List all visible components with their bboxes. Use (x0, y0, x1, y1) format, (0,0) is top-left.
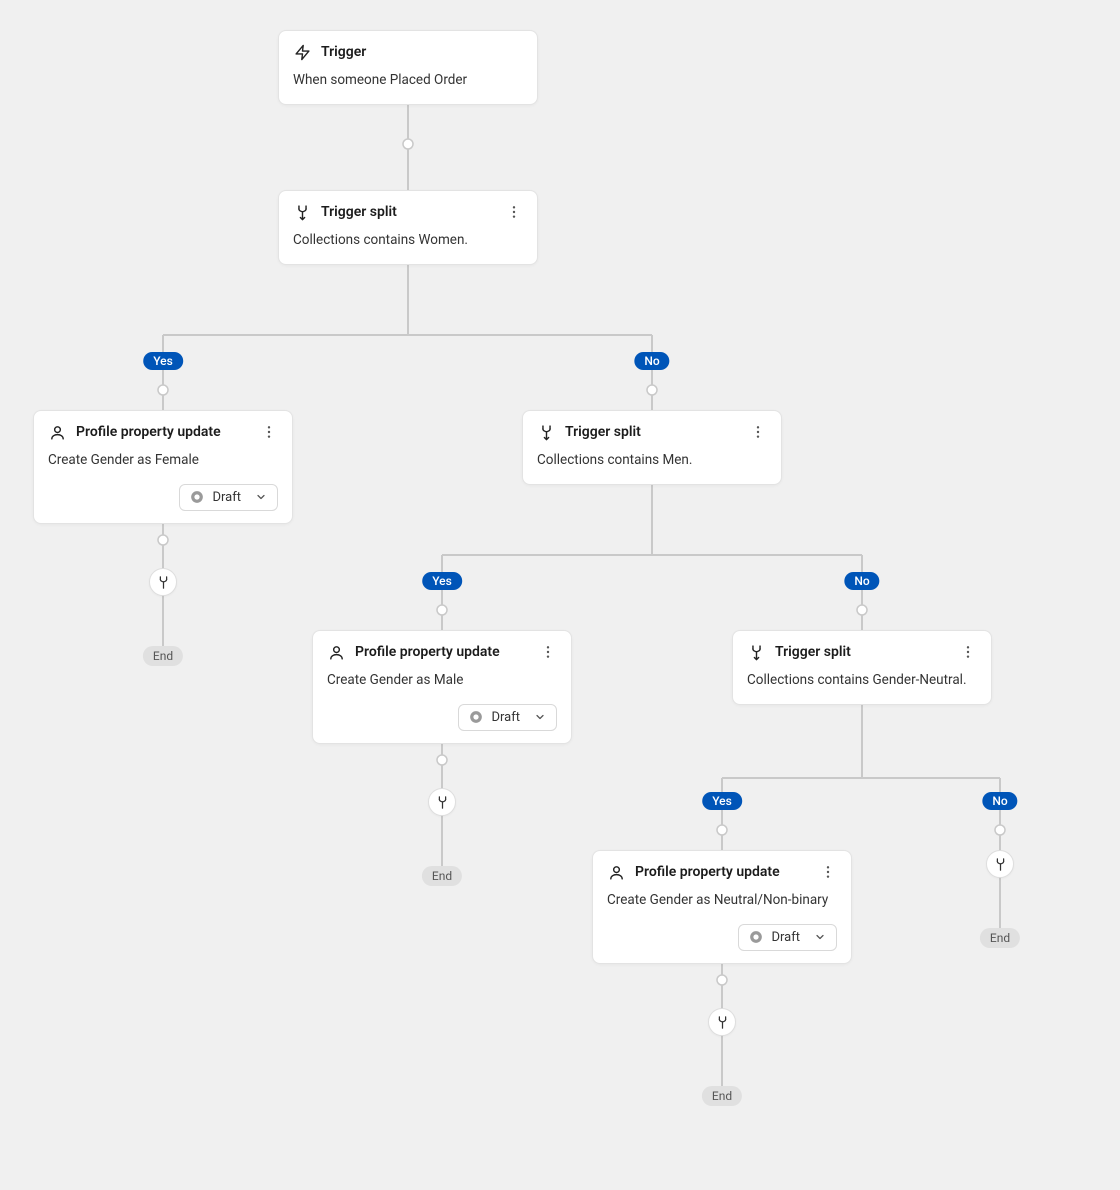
draft-status-icon (469, 710, 483, 724)
add-step-button[interactable] (149, 568, 177, 596)
profile-update-card-neutral[interactable]: Profile property update Create Gender as… (592, 850, 852, 964)
bolt-icon (293, 43, 311, 61)
card-desc: When someone Placed Order (293, 71, 523, 90)
end-badge: End (143, 646, 183, 666)
card-title: Profile property update (635, 864, 809, 880)
draft-status-icon (190, 490, 204, 504)
add-step-button[interactable] (986, 850, 1014, 878)
profile-update-card-female[interactable]: Profile property update Create Gender as… (33, 410, 293, 524)
status-label: Draft (212, 490, 241, 505)
add-step-button[interactable] (708, 1008, 736, 1036)
split-card-neutral[interactable]: Trigger split Collections contains Gende… (732, 630, 992, 705)
card-desc: Collections contains Gender-Neutral. (747, 671, 977, 690)
more-menu[interactable] (819, 863, 837, 881)
card-desc: Collections contains Women. (293, 231, 523, 250)
branch-badge-no: No (982, 792, 1017, 810)
branch-badge-yes: Yes (143, 352, 183, 370)
card-title: Trigger split (565, 424, 739, 440)
chevron-down-icon (814, 931, 826, 943)
split-icon (293, 203, 311, 221)
card-desc: Create Gender as Female (48, 451, 278, 470)
draft-status-icon (749, 930, 763, 944)
split-icon (537, 423, 555, 441)
card-title: Trigger (321, 44, 523, 60)
more-menu[interactable] (959, 643, 977, 661)
branch-badge-no: No (844, 572, 879, 590)
add-step-button[interactable] (428, 788, 456, 816)
more-menu[interactable] (260, 423, 278, 441)
status-label: Draft (491, 710, 520, 725)
more-menu[interactable] (749, 423, 767, 441)
split-card-men[interactable]: Trigger split Collections contains Men. (522, 410, 782, 485)
status-label: Draft (771, 930, 800, 945)
split-card-women[interactable]: Trigger split Collections contains Women… (278, 190, 538, 265)
card-title: Profile property update (76, 424, 250, 440)
person-icon (327, 643, 345, 661)
card-title: Profile property update (355, 644, 529, 660)
card-desc: Create Gender as Male (327, 671, 557, 690)
chevron-down-icon (534, 711, 546, 723)
branch-badge-no: No (634, 352, 669, 370)
status-dropdown[interactable]: Draft (179, 484, 278, 511)
status-dropdown[interactable]: Draft (738, 924, 837, 951)
end-badge: End (980, 928, 1020, 948)
trigger-card[interactable]: Trigger When someone Placed Order (278, 30, 538, 105)
card-desc: Create Gender as Neutral/Non-binary (607, 891, 837, 910)
person-icon (48, 423, 66, 441)
chevron-down-icon (255, 491, 267, 503)
flow-canvas[interactable]: Trigger When someone Placed Order Trigge… (0, 0, 1120, 1190)
split-icon (747, 643, 765, 661)
card-title: Trigger split (775, 644, 949, 660)
more-menu[interactable] (505, 203, 523, 221)
end-badge: End (422, 866, 462, 886)
card-desc: Collections contains Men. (537, 451, 767, 470)
branch-badge-yes: Yes (702, 792, 742, 810)
profile-update-card-male[interactable]: Profile property update Create Gender as… (312, 630, 572, 744)
end-badge: End (702, 1086, 742, 1106)
more-menu[interactable] (539, 643, 557, 661)
card-title: Trigger split (321, 204, 495, 220)
branch-badge-yes: Yes (422, 572, 462, 590)
person-icon (607, 863, 625, 881)
status-dropdown[interactable]: Draft (458, 704, 557, 731)
